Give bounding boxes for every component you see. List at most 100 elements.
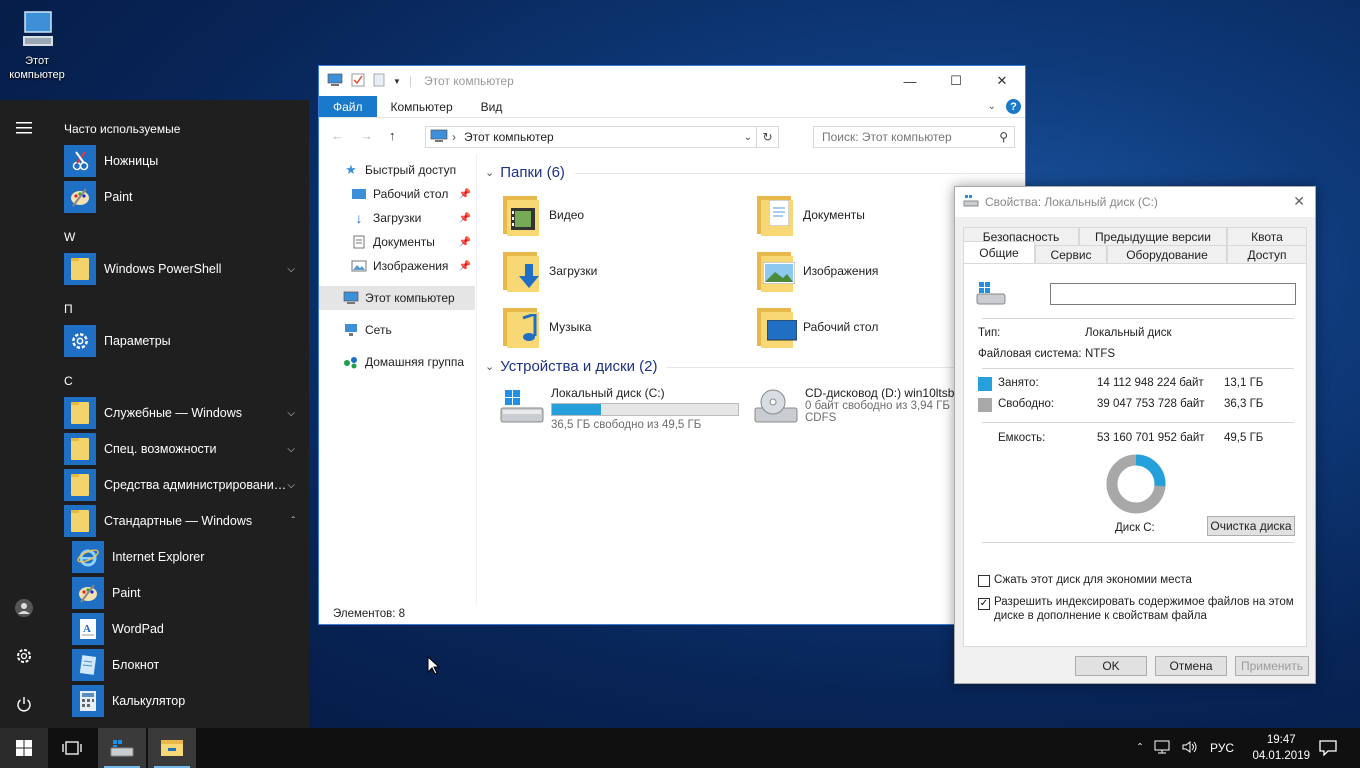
power-icon[interactable]	[12, 692, 36, 716]
nav-quick-access[interactable]: ★ Быстрый доступ	[319, 158, 475, 182]
volume-label-input[interactable]	[1050, 283, 1296, 305]
back-arrow-icon[interactable]: ←	[331, 128, 344, 143]
separator	[982, 422, 1294, 423]
user-avatar-icon[interactable]	[12, 596, 36, 620]
minimize-button[interactable]: —	[887, 66, 933, 96]
task-view-button[interactable]	[48, 728, 96, 768]
app-snipping[interactable]: Ножницы	[64, 145, 295, 177]
app-accessories-folder[interactable]: Стандартные — Windows ˆ	[64, 505, 295, 537]
search-input[interactable]: Поиск: Этот компьютер ⚲	[813, 126, 1015, 148]
show-hidden-icons-chevron-icon[interactable]: ˆ	[1138, 741, 1142, 755]
folders-group-header[interactable]: ⌄ Папки (6)	[485, 164, 1025, 181]
devices-group-header[interactable]: ⌄ Устройства и диски (2)	[485, 358, 958, 375]
refresh-icon[interactable]: ↻	[756, 127, 778, 147]
nav-pictures[interactable]: Изображения 📌	[319, 254, 475, 278]
tab-hardware[interactable]: Оборудование	[1107, 245, 1227, 263]
taskbar-file-explorer[interactable]	[148, 728, 196, 768]
pin-icon[interactable]: 📌	[459, 213, 471, 224]
address-dropdown-icon[interactable]: ⌄	[744, 132, 752, 143]
ok-button[interactable]: OK	[1075, 656, 1147, 676]
app-system-tools-folder[interactable]: Служебные — Windows ⌵	[64, 397, 295, 429]
nav-documents[interactable]: Документы 📌	[319, 230, 475, 254]
pin-icon[interactable]: 📌	[459, 237, 471, 248]
tab-sharing[interactable]: Доступ	[1227, 245, 1307, 263]
nav-downloads[interactable]: ↓ Загрузки 📌	[319, 206, 475, 230]
nav-this-pc[interactable]: Этот компьютер	[319, 286, 475, 310]
network-icon[interactable]	[1154, 740, 1170, 757]
app-admin-tools-folder[interactable]: Средства администрировани… ⌵	[64, 469, 295, 501]
tab-tools[interactable]: Сервис	[1035, 245, 1107, 263]
tab-view[interactable]: Вид	[467, 96, 517, 117]
app-label: Стандартные — Windows	[104, 514, 253, 528]
forward-arrow-icon[interactable]: →	[360, 128, 373, 143]
compress-checkbox[interactable]	[978, 575, 990, 587]
nav-label: Рабочий стол	[373, 187, 449, 201]
new-folder-icon[interactable]	[373, 73, 385, 90]
notification-icon	[1319, 740, 1337, 756]
settings-gear-icon[interactable]	[12, 644, 36, 668]
breadcrumb-chevron-icon[interactable]: ›	[452, 130, 456, 144]
app-paint[interactable]: Paint	[64, 181, 295, 213]
cancel-button[interactable]: Отмена	[1155, 656, 1227, 676]
search-icon: ⚲	[999, 130, 1008, 144]
app-powershell-folder[interactable]: Windows PowerShell ⌵	[64, 253, 295, 285]
app-settings[interactable]: Параметры	[64, 325, 295, 357]
letter-s[interactable]: С	[64, 374, 73, 388]
action-center-button[interactable]	[1304, 728, 1352, 768]
drive-d[interactable]: CD-дисковод (D:) win10ltsb_ 0 байт свобо…	[753, 386, 961, 440]
collapse-chevron-icon[interactable]: ⌄	[485, 360, 494, 373]
pin-icon[interactable]: 📌	[459, 189, 471, 200]
breadcrumb-this-pc[interactable]: Этот компьютер	[464, 130, 554, 144]
letter-w[interactable]: W	[64, 230, 75, 244]
address-bar[interactable]: › Этот компьютер ⌄ ↻	[425, 126, 779, 148]
tab-file[interactable]: Файл	[319, 96, 377, 117]
properties-check-icon[interactable]	[351, 73, 365, 90]
app-internet-explorer[interactable]: Internet Explorer	[72, 541, 295, 573]
app-notepad[interactable]: Блокнот	[72, 649, 295, 681]
hamburger-menu-icon[interactable]	[12, 116, 36, 140]
drive-c-info: Локальный диск (C:) 36,5 ГБ свободно из …	[551, 386, 739, 440]
nav-homegroup[interactable]: Домашняя группа	[319, 350, 475, 374]
clock[interactable]: 19:47 04.01.2019	[1252, 732, 1310, 764]
apply-button[interactable]: Применить	[1235, 656, 1309, 676]
hard-drive-icon	[499, 386, 545, 430]
app-label: Internet Explorer	[112, 550, 205, 564]
volume-icon[interactable]	[1182, 740, 1198, 757]
title-separator: |	[408, 74, 413, 88]
nav-desktop[interactable]: Рабочий стол 📌	[319, 182, 475, 206]
folder-icon	[64, 397, 96, 429]
app-calculator[interactable]: Калькулятор	[72, 685, 295, 717]
start-button[interactable]	[0, 728, 48, 768]
nav-network[interactable]: Сеть	[319, 318, 475, 342]
chevron-down-icon: ⌵	[287, 479, 295, 491]
maximize-button[interactable]: ☐	[933, 66, 979, 96]
up-arrow-icon[interactable]: ↑	[389, 128, 396, 143]
collapse-chevron-icon[interactable]: ⌄	[485, 166, 494, 179]
taskbar-disk-properties[interactable]	[98, 728, 146, 768]
expand-ribbon-chevron-icon[interactable]: ⌄	[988, 101, 996, 112]
input-language[interactable]: РУС	[1210, 741, 1234, 755]
explorer-titlebar[interactable]: ▼ | Этот компьютер — ☐ ✕	[319, 66, 1025, 96]
folder-icon	[64, 505, 96, 537]
help-icon[interactable]: ?	[1006, 99, 1021, 114]
tab-general[interactable]: Общие	[963, 241, 1035, 263]
index-checkbox[interactable]: ✓	[978, 598, 990, 610]
drive-c[interactable]: Локальный диск (C:) 36,5 ГБ свободно из …	[499, 386, 739, 440]
app-wordpad[interactable]: A WordPad	[72, 613, 295, 645]
folder-downloads[interactable]: Загрузки	[503, 246, 743, 296]
folder-music[interactable]: Музыка	[503, 302, 743, 352]
app-accessibility-folder[interactable]: Спец. возможности ⌵	[64, 433, 295, 465]
folder-videos[interactable]: Видео	[503, 190, 743, 240]
dialog-titlebar[interactable]: Свойства: Локальный диск (C:) ✕	[955, 187, 1315, 217]
used-bytes: 14 112 948 224 байт	[1097, 377, 1204, 389]
disk-cleanup-button[interactable]: Очистка диска	[1207, 516, 1295, 536]
this-pc-desktop-icon[interactable]: Этот компьютер	[4, 8, 70, 82]
customize-qat-dropdown-icon[interactable]: ▼	[393, 77, 401, 86]
app-paint-2[interactable]: Paint	[72, 577, 295, 609]
navigation-pane: ★ Быстрый доступ Рабочий стол 📌 ↓ Загруз…	[319, 154, 477, 604]
letter-p[interactable]: П	[64, 302, 73, 316]
tab-computer[interactable]: Компьютер	[377, 96, 467, 117]
close-button[interactable]: ✕	[979, 66, 1025, 96]
pin-icon[interactable]: 📌	[459, 261, 471, 272]
close-icon[interactable]: ✕	[1293, 193, 1305, 210]
